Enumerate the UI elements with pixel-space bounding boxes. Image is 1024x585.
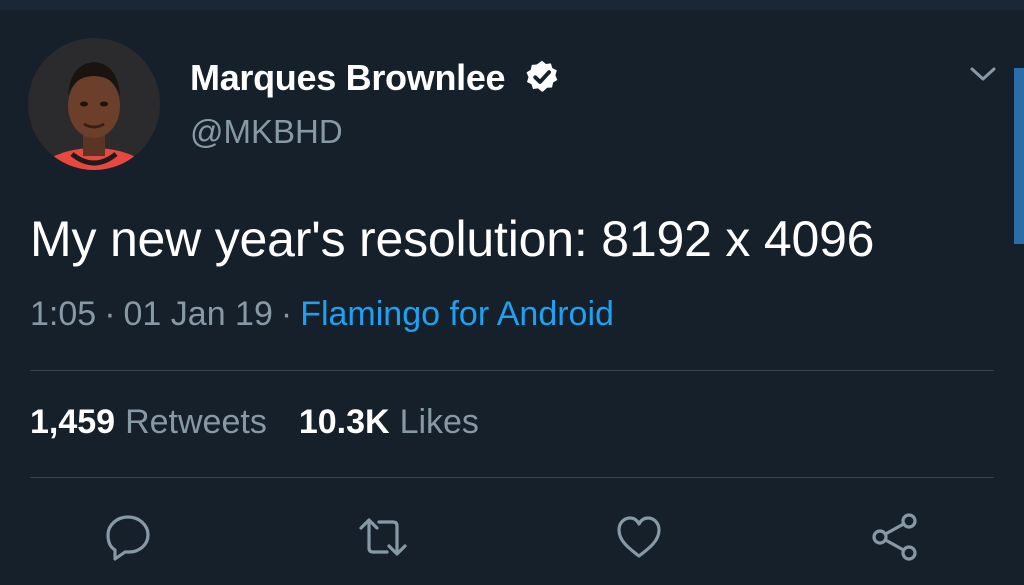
divider — [30, 370, 994, 371]
share-icon — [872, 513, 917, 561]
retweets-label: Retweets — [125, 403, 267, 441]
verified-badge-icon — [526, 60, 558, 92]
retweet-icon — [359, 518, 407, 556]
meta-separator: · — [104, 295, 116, 333]
tweet-date: 01 Jan 19 — [123, 295, 273, 333]
divider — [30, 477, 994, 478]
like-icon — [617, 516, 661, 558]
likes-count: 10.3K — [298, 403, 390, 441]
meta-separator: · — [280, 295, 293, 333]
tweet-stats: 1,459 Retweets 10.3K Likes — [30, 403, 479, 442]
tweet-time: 1:05 — [30, 295, 97, 333]
author-name[interactable]: Marques Brownlee — [190, 57, 506, 99]
likes-label: Likes — [399, 403, 479, 441]
tweet-source-link[interactable]: Flamingo for Android — [300, 295, 614, 333]
author-handle[interactable]: @MKBHD — [190, 113, 343, 151]
chevron-down-icon[interactable] — [966, 60, 1000, 88]
like-button[interactable] — [614, 512, 664, 562]
status-strip — [0, 0, 1024, 10]
avatar[interactable] — [28, 38, 160, 170]
likes-stat[interactable]: 10.3K Likes — [299, 403, 479, 441]
reply-button[interactable] — [103, 512, 153, 562]
reply-icon — [106, 515, 150, 561]
scroll-indicator[interactable] — [1014, 68, 1024, 244]
tweet-text: My new year's resolution: 8192 x 4096 — [30, 211, 875, 267]
retweets-count: 1,459 — [30, 403, 116, 441]
retweet-button[interactable] — [358, 512, 408, 562]
tweet-meta: 1:05 · 01 Jan 19 · Flamingo for Android — [30, 295, 614, 334]
share-button[interactable] — [870, 512, 920, 562]
retweets-stat[interactable]: 1,459 Retweets — [30, 403, 267, 441]
